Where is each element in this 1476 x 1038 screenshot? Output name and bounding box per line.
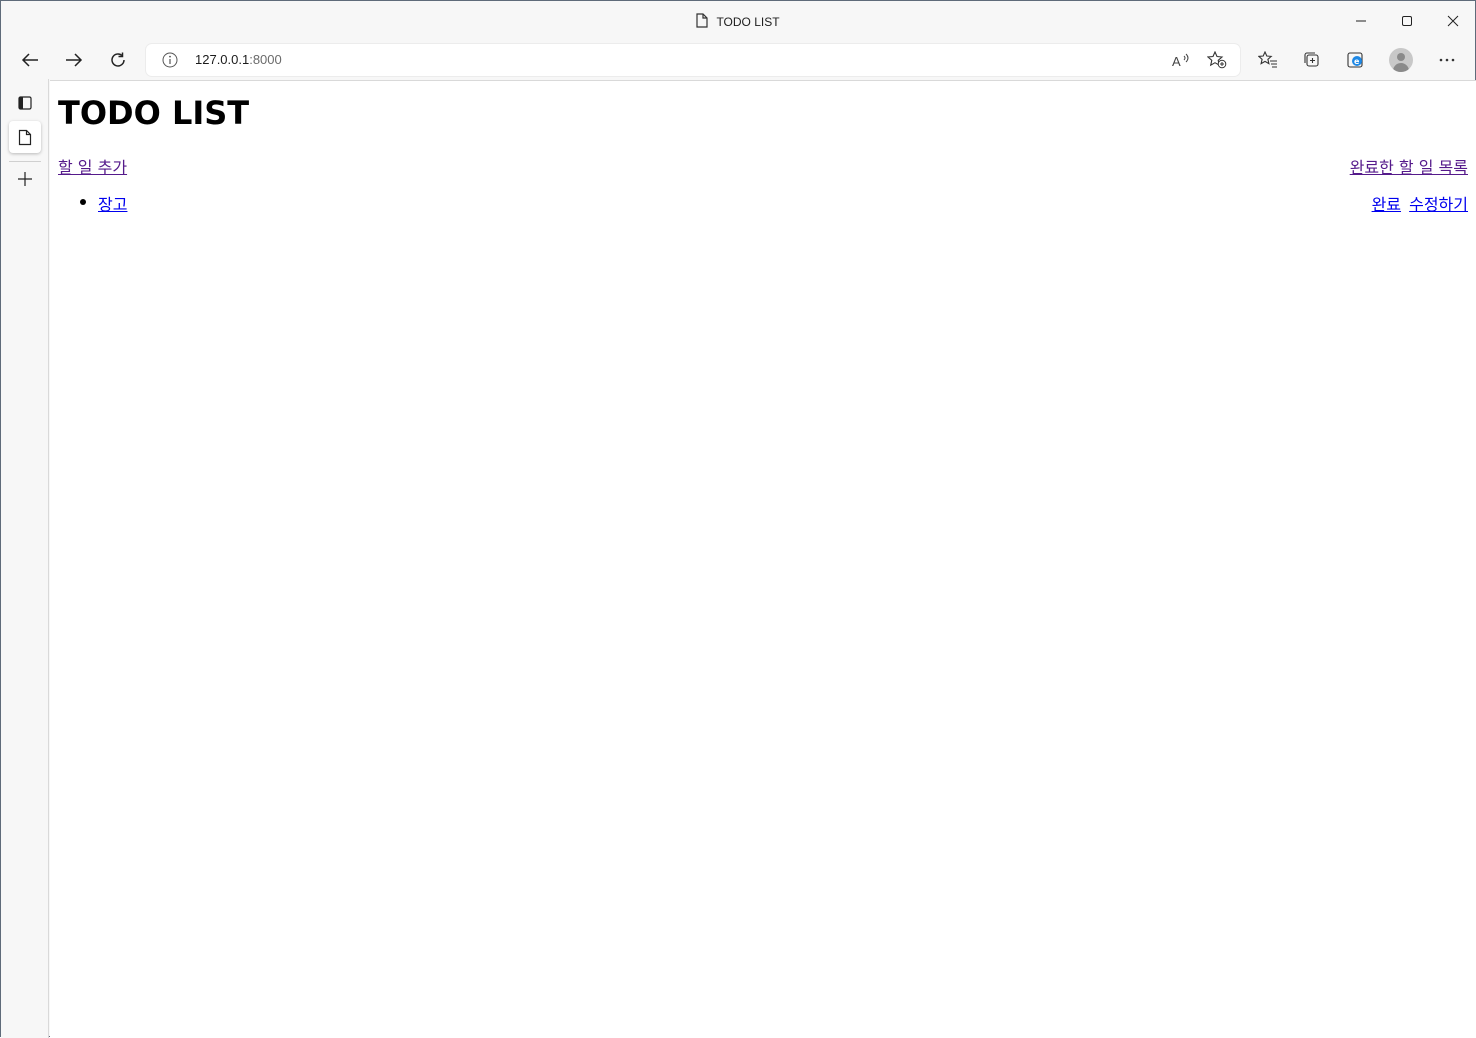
bullet-icon bbox=[80, 199, 86, 205]
new-tab-plus-icon[interactable] bbox=[9, 163, 41, 195]
address-bar[interactable]: 127.0.0.1:8000 A bbox=[146, 44, 1240, 76]
back-button[interactable] bbox=[14, 45, 46, 75]
collections-icon[interactable] bbox=[1297, 46, 1327, 74]
vertical-tabs-sidebar bbox=[1, 79, 49, 1038]
ie-mode-icon[interactable]: e bbox=[1341, 46, 1371, 74]
todo-title-link[interactable]: 장고 bbox=[98, 191, 127, 215]
page-icon bbox=[696, 13, 709, 31]
avatar bbox=[1389, 48, 1413, 72]
url-port: :8000 bbox=[249, 52, 282, 67]
todo-actions: 완료 수정하기 bbox=[1369, 191, 1468, 215]
add-todo-link[interactable]: 할 일 추가 bbox=[58, 154, 127, 178]
minimize-button[interactable] bbox=[1338, 1, 1384, 41]
sidebar-divider bbox=[9, 161, 41, 162]
add-favorite-icon[interactable] bbox=[1205, 50, 1229, 70]
site-info-icon[interactable] bbox=[162, 52, 178, 72]
title-bar: TODO LIST bbox=[1, 1, 1475, 41]
page-content: TODO LIST 할 일 추가 완료한 할 일 목록 장고 완료 수정하기 bbox=[50, 80, 1476, 1037]
page-title: TODO LIST bbox=[58, 94, 250, 132]
more-menu-icon[interactable] bbox=[1432, 46, 1462, 74]
read-aloud-icon[interactable]: A bbox=[1169, 50, 1193, 70]
svg-text:e: e bbox=[1354, 57, 1360, 66]
complete-link[interactable]: 완료 bbox=[1372, 195, 1401, 214]
forward-button[interactable] bbox=[58, 45, 90, 75]
favorites-icon[interactable] bbox=[1253, 46, 1283, 74]
edit-link[interactable]: 수정하기 bbox=[1409, 195, 1468, 214]
tab-todo-list[interactable] bbox=[9, 121, 41, 153]
browser-window: TODO LIST 127.0.0.1:8000 A e TODO LIST 할… bbox=[0, 0, 1476, 1038]
maximize-button[interactable] bbox=[1384, 1, 1430, 41]
profile-avatar[interactable] bbox=[1386, 46, 1416, 74]
close-window-button[interactable] bbox=[1430, 1, 1476, 41]
list-item: 장고 완료 수정하기 bbox=[58, 191, 1468, 215]
url-host: 127.0.0.1 bbox=[195, 52, 250, 67]
refresh-button[interactable] bbox=[102, 45, 134, 75]
window-title: TODO LIST bbox=[1, 13, 1475, 31]
tab-actions-icon[interactable] bbox=[9, 87, 41, 119]
browser-toolbar: 127.0.0.1:8000 A e bbox=[1, 41, 1475, 79]
svg-text:A: A bbox=[1172, 54, 1181, 67]
completed-list-link[interactable]: 완료한 할 일 목록 bbox=[1350, 154, 1468, 178]
window-title-text: TODO LIST bbox=[716, 15, 780, 29]
url-text[interactable]: 127.0.0.1:8000 bbox=[195, 52, 282, 67]
